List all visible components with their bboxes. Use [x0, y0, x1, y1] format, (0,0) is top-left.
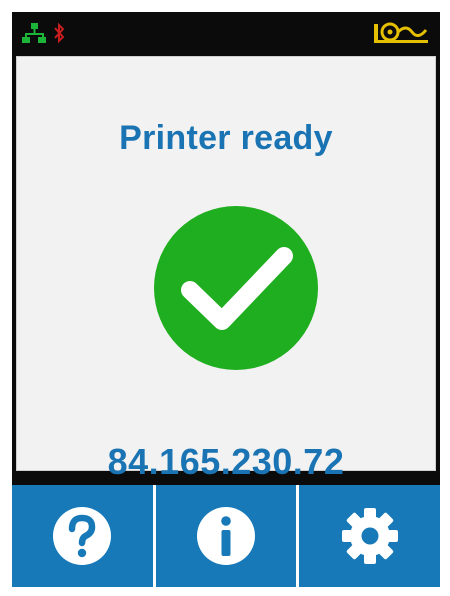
status-title: Printer ready — [119, 119, 333, 157]
info-icon — [197, 507, 255, 565]
network-icon — [22, 23, 46, 43]
printer-display: Printer ready 84.165.230.72 — [12, 12, 440, 587]
question-icon — [53, 507, 112, 565]
bottom-nav — [12, 485, 440, 587]
bluetooth-icon — [54, 22, 65, 44]
help-button[interactable] — [12, 485, 153, 587]
info-button[interactable] — [155, 485, 297, 587]
settings-button[interactable] — [299, 485, 440, 587]
media-roll-icon — [374, 22, 428, 43]
status-panel: Printer ready 84.165.230.72 — [16, 56, 436, 482]
checkmark-circle-icon — [154, 206, 318, 370]
gear-icon — [341, 508, 398, 564]
ip-address: 84.165.230.72 — [107, 441, 345, 482]
status-bar — [12, 12, 440, 56]
